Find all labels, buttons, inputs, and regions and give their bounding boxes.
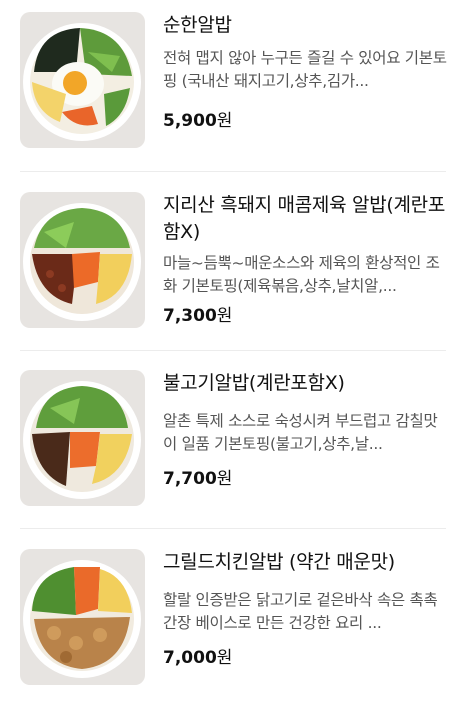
menu-item-description: 마늘~듬뿍~매운소스와 제육의 환상적인 조화 기본토핑(제육볶음,상추,날치알… <box>163 254 440 295</box>
menu-item-title: 지리산 흑돼지 매콤제육 알밥(계란포함X) <box>163 194 446 243</box>
menu-item-price: 7,000원 <box>163 647 232 669</box>
price-unit: 원 <box>216 648 233 668</box>
price-amount: 7,300 <box>163 306 217 326</box>
menu-item-image[interactable] <box>20 370 145 506</box>
menu-item-title: 순한알밥 <box>163 14 232 36</box>
menu-item-image[interactable] <box>20 549 145 685</box>
price-unit: 원 <box>216 111 233 131</box>
divider <box>20 528 446 529</box>
menu-item-jirisan-jeyuk-albap[interactable]: 지리산 흑돼지 매콤제육 알밥(계란포함X) 마늘~듬뿍~매운소스와 제육의 환… <box>0 180 466 358</box>
price-unit: 원 <box>216 469 233 489</box>
menu-list: 순한알밥 전혀 맵지 않아 누구든 즐길 수 있어요 기본토핑 (국내산 돼지고… <box>0 0 466 701</box>
menu-item-description: 할랄 인증받은 닭고기로 겉은바삭 속은 촉촉 간장 베이스로 만든 건강한 요… <box>163 591 438 632</box>
menu-item-price: 7,300원 <box>163 305 232 327</box>
menu-item-title: 불고기알밥(계란포함X) <box>163 372 345 394</box>
divider <box>20 350 446 351</box>
menu-item-image[interactable] <box>20 192 145 328</box>
menu-item-bulgogi-albap[interactable]: 불고기알밥(계란포함X) 알촌 특제 소스로 숙성시켜 부드럽고 감칠맛이 일품… <box>0 358 466 536</box>
menu-item-image[interactable] <box>20 12 145 148</box>
menu-item-price: 7,700원 <box>163 468 232 490</box>
menu-item-price: 5,900원 <box>163 110 232 132</box>
divider <box>20 171 446 172</box>
menu-item-title: 그릴드치킨알밥 (약간 매운맛) <box>163 551 395 573</box>
menu-item-grilled-chicken-albap[interactable]: 그릴드치킨알밥 (약간 매운맛) 할랄 인증받은 닭고기로 겉은바삭 속은 촉촉… <box>0 537 466 715</box>
menu-item-description: 전혀 맵지 않아 누구든 즐길 수 있어요 기본토핑 (국내산 돼지고기,상추,… <box>163 49 447 90</box>
price-amount: 7,000 <box>163 648 217 668</box>
price-amount: 7,700 <box>163 469 217 489</box>
price-unit: 원 <box>216 306 233 326</box>
menu-item-description: 알촌 특제 소스로 숙성시켜 부드럽고 감칠맛이 일품 기본토핑(불고기,상추,… <box>163 412 438 453</box>
menu-item-sunhan-albap[interactable]: 순한알밥 전혀 맵지 않아 누구든 즐길 수 있어요 기본토핑 (국내산 돼지고… <box>0 0 466 178</box>
price-amount: 5,900 <box>163 111 217 131</box>
